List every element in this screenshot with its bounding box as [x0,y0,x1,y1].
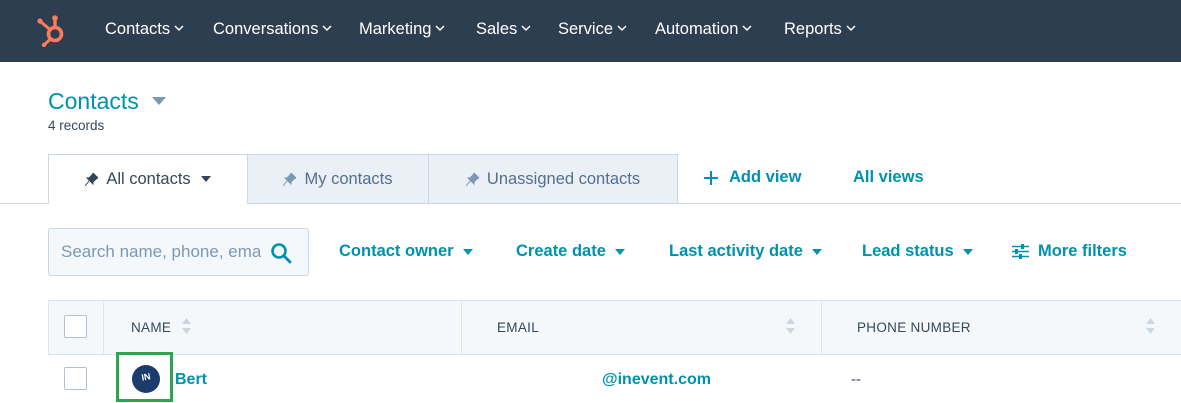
sort-icon[interactable] [1146,318,1155,334]
create-date-filter[interactable]: Create date [516,242,625,261]
search-input[interactable] [61,241,261,263]
sort-icon[interactable] [182,318,191,334]
tab-my-contacts-label: My contacts [304,169,393,188]
column-header-email[interactable]: EMAIL [497,320,539,335]
chevron-down-icon [617,25,627,32]
select-all-checkbox[interactable] [64,315,87,338]
nav-marketing[interactable]: Marketing [359,20,445,40]
tab-all-contacts-label: All contacts [106,169,191,188]
contact-owner-label: Contact owner [339,242,454,260]
nav-service[interactable]: Service [558,20,627,40]
nav-sales-label: Sales [476,20,518,38]
column-header-phone-number[interactable]: PHONE NUMBER [857,320,971,335]
nav-contacts-label: Contacts [105,20,171,38]
caret-down-icon [962,248,973,255]
add-view-button[interactable]: Add view [704,168,801,187]
pin-icon[interactable] [465,172,479,186]
page-title[interactable]: Contacts [48,88,139,115]
column-divider [103,301,104,354]
search-icon[interactable] [270,242,292,264]
all-views-link[interactable]: All views [853,168,924,187]
last-activity-date-label: Last activity date [669,242,803,260]
caret-down-icon [811,248,822,255]
nav-reports-label: Reports [784,20,842,38]
nav-service-label: Service [558,20,614,38]
tab-unassigned-contacts-label: Unassigned contacts [486,169,641,188]
column-divider[interactable] [821,301,822,354]
sliders-icon [1012,244,1029,259]
chevron-down-icon [742,25,752,32]
tab-unassigned-contacts[interactable]: Unassigned contacts [428,154,678,204]
sort-icon[interactable] [786,318,795,334]
column-divider[interactable] [461,301,462,354]
nav-automation[interactable]: Automation [655,20,752,40]
contact-email-link[interactable]: @inevent.com [602,371,711,389]
tab-all-contacts[interactable]: All contacts [48,154,248,204]
chevron-down-icon [521,25,531,32]
top-navigation: Contacts Conversations Marketing Sales S… [0,0,1181,62]
nav-marketing-label: Marketing [359,20,432,38]
chevron-down-icon [435,25,445,32]
chevron-down-icon [322,25,333,32]
create-date-label: Create date [516,242,606,260]
add-view-label: Add view [729,168,802,186]
nav-contacts[interactable]: Contacts [105,20,184,40]
row-checkbox[interactable] [64,367,87,390]
nav-automation-label: Automation [655,20,739,38]
record-count: 4 records [48,118,105,133]
contact-name-link[interactable]: Bert [175,371,207,389]
caret-down-icon[interactable] [200,176,211,182]
column-header-name[interactable]: NAME [131,320,171,335]
nav-reports[interactable]: Reports [784,20,856,40]
lead-status-label: Lead status [862,242,954,260]
contact-phone: -- [851,371,861,388]
hubspot-logo-icon[interactable] [36,13,68,47]
avatar-text: IN [140,371,152,383]
caret-down-icon[interactable] [152,97,166,106]
chevron-down-icon [174,25,184,32]
nav-sales[interactable]: Sales [476,20,531,40]
nav-conversations[interactable]: Conversations [213,20,333,40]
pin-icon[interactable] [85,172,99,186]
search-box[interactable] [48,228,309,276]
all-views-label: All views [853,168,924,186]
contact-owner-filter[interactable]: Contact owner [339,242,473,261]
plus-icon [704,170,718,185]
last-activity-date-filter[interactable]: Last activity date [669,242,822,261]
avatar[interactable]: IN [132,365,160,393]
tab-my-contacts[interactable]: My contacts [247,154,429,204]
pin-icon[interactable] [283,172,297,186]
table-header [48,300,1181,355]
chevron-down-icon [846,25,856,32]
lead-status-filter[interactable]: Lead status [862,242,973,261]
nav-conversations-label: Conversations [213,20,319,38]
more-filters-label: More filters [1038,242,1127,260]
caret-down-icon [614,248,625,255]
more-filters-button[interactable]: More filters [1012,242,1127,261]
caret-down-icon [462,248,473,255]
